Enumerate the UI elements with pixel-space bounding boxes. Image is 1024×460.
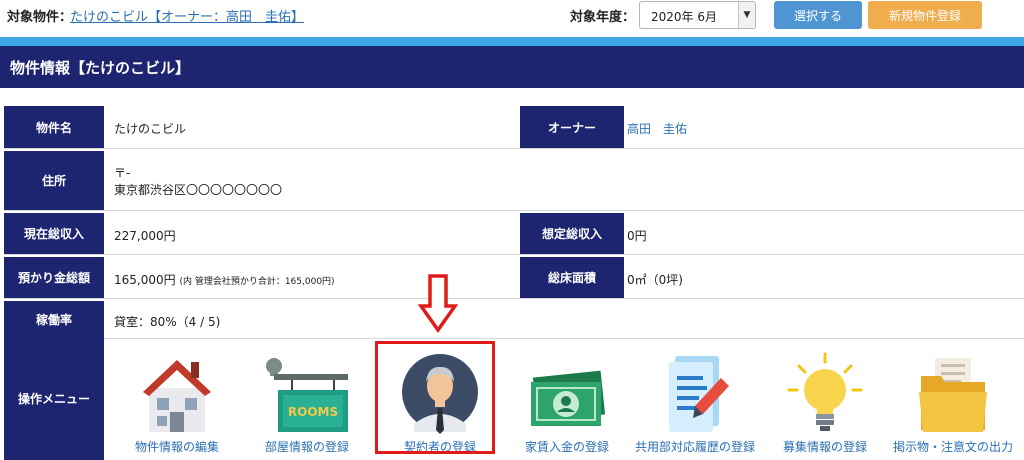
table-row: 物件名 たけのこビル オーナー 高田 圭佑 <box>4 106 1024 149</box>
target-property-link[interactable]: たけのこビル【オーナー：高田 圭佑】 <box>70 6 304 25</box>
expected-income-value: 0円 <box>627 229 647 243</box>
occupancy-label: 稼働率 <box>4 301 104 338</box>
owner-link[interactable]: 高田 圭佑 <box>627 120 687 137</box>
menu-item-register-rooms[interactable]: ROOMS 部屋情報の登録 <box>242 348 372 455</box>
new-property-button[interactable]: 新規物件登録 <box>868 1 982 29</box>
occupancy-value: 貸室：80%（4 / 5) <box>114 315 221 329</box>
select-button[interactable]: 選択する <box>774 1 862 29</box>
accent-stripe <box>0 37 1024 46</box>
menu-item-register-common-area-history[interactable]: 共用部対応履歴の登録 <box>630 348 760 455</box>
current-income-value: 227,000円 <box>114 229 176 243</box>
menu-item-register-rent-payment[interactable]: 家賃入金の登録 <box>502 348 632 455</box>
svg-text:ROOMS: ROOMS <box>288 405 338 419</box>
document-pen-icon <box>669 356 729 432</box>
current-income-label: 現在総収入 <box>4 213 104 254</box>
floor-area-label: 総床面積 <box>520 257 624 298</box>
operation-menu: 操作メニュー 物件情報の編集 ROOMS 部屋情報の登録 契約者の登録 家賃入金… <box>4 336 1024 460</box>
table-row: 預かり金総額 165,000円 (内 管理会社預かり合計：165,000円) 総… <box>4 257 1024 299</box>
table-row: 現在総収入 227,000円 想定総収入 0円 <box>4 213 1024 255</box>
operation-menu-label: 操作メニュー <box>4 336 104 460</box>
address-label: 住所 <box>4 151 104 210</box>
property-name-label: 物件名 <box>4 106 104 148</box>
deposit-note: (内 管理会社預かり合計：165,000円) <box>179 277 335 287</box>
menu-label: 募集情報の登録 <box>782 440 867 454</box>
menu-label: 家賃入金の登録 <box>524 440 609 454</box>
table-row: 住所 〒- 東京都渋谷区〇〇〇〇〇〇〇〇 <box>4 151 1024 211</box>
year-select[interactable]: 2020年 6月 ▼ <box>639 1 756 29</box>
folder-icon <box>919 358 987 432</box>
target-year-label: 対象年度： <box>570 10 636 25</box>
top-bar: 対象物件： たけのこビル【オーナー：高田 圭佑】 対象年度： 2020年 6月 … <box>0 0 1024 34</box>
menu-item-output-notices[interactable]: 掲示物・注意文の出力 <box>888 348 1018 455</box>
deposit-value: 165,000円 <box>114 273 176 287</box>
expected-income-label: 想定総収入 <box>520 213 624 254</box>
postal-code: 〒- <box>114 166 131 180</box>
menu-label: 物件情報の編集 <box>134 440 219 454</box>
menu-label: 共用部対応履歴の登録 <box>634 440 755 454</box>
money-bill-icon <box>531 370 606 426</box>
property-name-value: たけのこビル <box>114 122 187 136</box>
page-title: 物件情報【たけのこビル】 <box>0 46 1024 88</box>
chevron-down-icon: ▼ <box>738 2 755 28</box>
target-property-label: 対象物件： <box>7 10 73 25</box>
down-arrow-icon <box>418 274 458 334</box>
menu-label: 掲示物・注意文の出力 <box>892 440 1013 454</box>
deposit-label: 預かり金総額 <box>4 257 104 298</box>
deposit-value-group: 165,000円 (内 管理会社預かり合計：165,000円) <box>114 271 335 288</box>
rooms-sign-icon: ROOMS <box>266 358 348 432</box>
lightbulb-icon <box>787 352 863 431</box>
menu-label: 部屋情報の登録 <box>264 440 349 454</box>
floor-area-value: 0㎡（0坪) <box>627 273 683 287</box>
menu-item-edit-property[interactable]: 物件情報の編集 <box>112 348 242 455</box>
address-value: 東京都渋谷区〇〇〇〇〇〇〇〇 <box>114 183 283 197</box>
owner-label: オーナー <box>520 106 624 148</box>
year-select-value: 2020年 6月 <box>651 10 717 24</box>
highlight-box <box>375 341 495 454</box>
house-icon <box>143 360 211 432</box>
table-row: 稼働率 貸室：80%（4 / 5) <box>4 301 1024 339</box>
menu-item-register-recruitment[interactable]: 募集情報の登録 <box>760 348 890 455</box>
